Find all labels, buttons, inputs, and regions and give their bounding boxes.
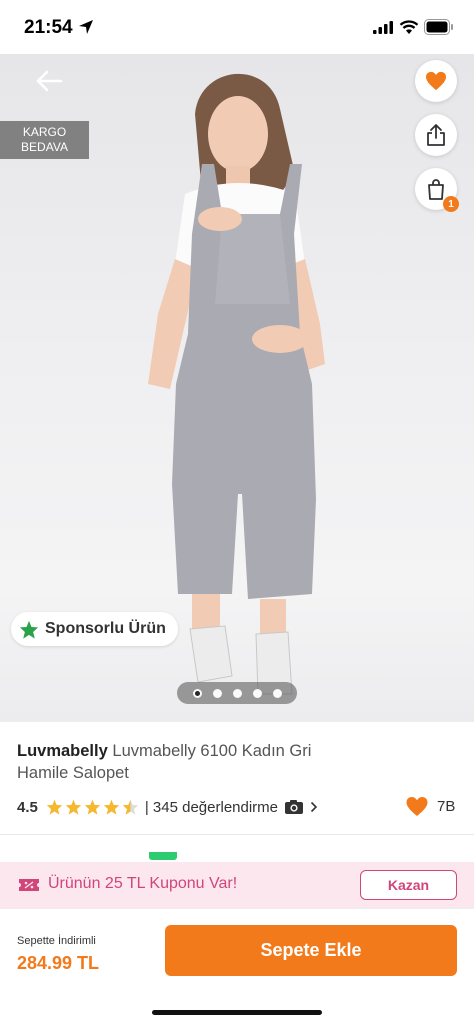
product-title: Luvmabelly Luvmabelly 6100 Kadın Gri Ham… xyxy=(17,740,357,784)
free-shipping-line-1: KARGO xyxy=(22,125,67,139)
star-icon xyxy=(46,799,63,815)
claim-coupon-button[interactable]: Kazan xyxy=(360,870,457,900)
share-icon xyxy=(427,124,445,146)
sponsored-label: Sponsorlu Ürün xyxy=(45,620,166,637)
seller-row-partial xyxy=(17,852,457,862)
bottom-action-bar: Sepette İndirimli 284.99 TL Sepete Ekle xyxy=(0,908,474,1024)
pagination-dot[interactable] xyxy=(252,688,262,698)
half-star-icon xyxy=(122,799,139,815)
rating-value: 4.5 xyxy=(17,798,38,816)
coupon-text: Ürünün 25 TL Kuponu Var! xyxy=(48,875,238,892)
favorite-count-value: 7B xyxy=(437,798,456,815)
sponsored-badge: Sponsorlu Ürün xyxy=(11,612,178,646)
status-time: 21:54 xyxy=(24,17,73,38)
image-pagination-dots[interactable] xyxy=(177,682,297,704)
pagination-dot[interactable] xyxy=(272,688,282,698)
favorite-count[interactable]: 7B xyxy=(405,796,455,817)
coupon-ticket-icon xyxy=(19,879,39,891)
battery-icon xyxy=(424,19,453,35)
wifi-icon xyxy=(399,20,419,34)
seller-info-partial xyxy=(317,852,321,862)
cart-button[interactable]: 1 xyxy=(415,168,459,212)
star-icon xyxy=(103,799,120,815)
product-image-gallery[interactable]: 1 KARGO BEDAVA Sponsorlu Ürün xyxy=(0,54,474,722)
free-shipping-badge: KARGO BEDAVA xyxy=(0,121,89,159)
rating-row: 4.5 | 345 değerlendirme xyxy=(17,796,318,818)
camera-icon xyxy=(285,800,304,814)
heart-icon xyxy=(426,71,446,91)
free-shipping-line-2: BEDAVA xyxy=(21,140,68,154)
seller-score-badge xyxy=(149,852,177,860)
heart-icon xyxy=(406,796,428,817)
reviews-link[interactable]: | 345 değerlendirme xyxy=(145,799,318,816)
reviews-text: | 345 değerlendirme xyxy=(144,798,279,816)
coupon-banner: Ürünün 25 TL Kuponu Var! Kazan xyxy=(0,862,474,908)
signal-icon xyxy=(373,21,393,34)
status-bar: 21:54 xyxy=(0,0,474,54)
cart-count-badge: 1 xyxy=(443,196,459,212)
location-arrow-icon xyxy=(79,20,93,34)
star-icon xyxy=(84,799,101,815)
chevron-right-icon xyxy=(310,801,318,813)
brand-name[interactable]: Luvmabelly xyxy=(17,742,108,760)
pagination-dot[interactable] xyxy=(192,688,202,698)
share-button[interactable] xyxy=(415,114,457,156)
star-icon xyxy=(19,620,39,639)
pagination-dot[interactable] xyxy=(232,688,242,698)
home-indicator[interactable] xyxy=(152,1010,322,1015)
price-label: Sepette İndirimli xyxy=(17,935,96,947)
add-to-cart-button[interactable]: Sepete Ekle xyxy=(165,925,457,976)
star-icon xyxy=(65,799,82,815)
favorite-button[interactable] xyxy=(415,60,457,102)
shopping-bag-icon xyxy=(428,179,444,200)
back-arrow-icon[interactable] xyxy=(28,66,68,96)
divider xyxy=(0,834,474,835)
rating-stars xyxy=(46,799,139,815)
price-value: 284.99 TL xyxy=(17,953,100,973)
pagination-dot[interactable] xyxy=(212,688,222,698)
seller-link-partial xyxy=(17,852,21,862)
